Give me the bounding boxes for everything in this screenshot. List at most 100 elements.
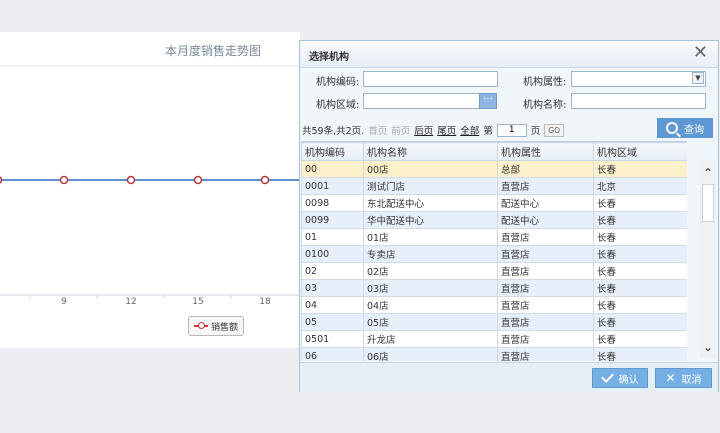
cell-code: 0001 [301,177,364,195]
table-row[interactable]: 02 02店 直营店 长春 [301,262,687,280]
cell-attr: 直营店 [497,177,594,195]
legend-label: 销售额 [210,322,238,333]
cell-area: 长春 [593,330,687,348]
cell-attr: 直营店 [497,330,594,348]
org-name-input[interactable] [571,93,706,109]
close-icon: ✕ [665,371,676,385]
org-code-input[interactable] [363,71,498,87]
sales-point-marker [0,176,3,184]
cell-area: 长春 [593,160,687,178]
org-table-container: 机构编码 机构名称 机构属性 机构区域 00 00店 总部 长春 0001 测试门店 直营店… [301,141,687,361]
pager-page-input[interactable] [496,123,527,137]
cell-name: 00店 [363,160,498,178]
search-icon [666,122,678,134]
cell-attr: 直营店 [497,245,594,263]
sales-point-marker [260,175,270,185]
table-header-row: 机构编码 机构名称 机构属性 机构区域 [301,142,687,161]
chevron-down-icon[interactable]: ⌄ [700,340,716,354]
table-row[interactable]: 0098 东北配送中心 配送中心 长春 [301,194,687,212]
pager-summary: 共59条,共2页. [302,126,365,137]
pager-page-suffix: 页 [530,126,541,137]
cancel-button[interactable]: ✕ 取消 [655,368,712,388]
org-area-picker-button[interactable]: ··· [479,93,497,109]
pager-next-link[interactable]: 后页 [414,123,433,137]
cell-attr: 直营店 [497,228,594,246]
scrollbar-thumb[interactable] [702,184,714,222]
confirm-button-label: 确认 [618,374,639,386]
cell-area: 长春 [593,262,687,280]
pager-last-link[interactable]: 尾页 [437,123,456,137]
x-tick-label: 15 [192,297,203,307]
org-attr-label: 机构属性: [523,77,567,88]
cell-area: 长春 [593,296,687,314]
pager-all-link[interactable]: 全部 [460,123,479,137]
cell-code: 0098 [301,194,364,212]
table-row[interactable]: 0001 测试门店 直营店 北京 [301,177,687,195]
sales-point-marker [59,175,69,185]
close-icon[interactable]: ✕ [693,44,708,62]
cell-name: 01店 [363,228,498,246]
cell-area: 长春 [593,245,687,263]
cell-name: 02店 [363,262,498,280]
table-body: 00 00店 总部 长春 0001 测试门店 直营店 北京 0098 东北配送中心 配送中心 长春 00… [301,160,687,361]
cell-area: 长春 [593,279,687,297]
table-scrollbar[interactable]: ⌃ ⌄ [700,160,716,358]
dialog-footer: 确认 ✕ 取消 [300,362,718,392]
table-row[interactable]: 06 06店 直营店 长春 [301,347,687,361]
sales-point-marker [193,175,203,185]
x-tick-label: 12 [125,297,136,307]
query-button-label: 查询 [684,124,704,136]
column-header-name[interactable]: 机构名称 [363,142,498,161]
cell-name: 升龙店 [363,330,498,348]
org-area-input[interactable] [363,93,480,109]
sales-trend-chart: 9 12 15 18 [0,65,300,307]
cell-code: 0100 [301,245,364,263]
column-header-code[interactable]: 机构编码 [301,142,364,161]
legend-sales-button[interactable]: 销售额 [188,316,244,336]
x-tick-label: 18 [259,297,271,307]
cell-area: 长春 [593,211,687,229]
pager-go-button[interactable]: GO [544,123,565,137]
column-header-area[interactable]: 机构区域 [593,142,687,161]
cell-area: 长春 [593,313,687,331]
table-row[interactable]: 0100 专卖店 直营店 长春 [301,245,687,263]
chevron-up-icon[interactable]: ⌃ [700,166,716,180]
table-row[interactable]: 01 01店 直营店 长春 [301,228,687,246]
column-header-attr[interactable]: 机构属性 [497,142,594,161]
cell-name: 华中配送中心 [363,211,498,229]
table-row[interactable]: 05 05店 直营店 长春 [301,313,687,331]
table-row[interactable]: 0501 升龙店 直营店 长春 [301,330,687,348]
org-code-label: 机构编码: [316,77,360,88]
cell-attr: 直营店 [497,296,594,314]
cell-code: 00 [301,160,364,178]
check-icon [600,370,614,383]
cell-name: 东北配送中心 [363,194,498,212]
cell-area: 长春 [593,194,687,212]
cell-code: 05 [301,313,364,331]
pager-first-link[interactable]: 首页 [368,123,387,137]
legend-line-marker-icon [193,322,208,329]
org-name-label: 机构名称: [523,100,567,111]
cell-attr: 总部 [497,160,594,178]
cell-name: 06店 [363,347,498,361]
dialog-title: 选择机构 [309,52,349,63]
cell-attr: 配送中心 [497,194,594,212]
x-tick-label: 9 [61,297,67,307]
pager-prev-link[interactable]: 前页 [391,123,410,137]
cell-name: 测试门店 [363,177,498,195]
cell-code: 01 [301,228,364,246]
cell-area: 长春 [593,347,687,361]
query-button[interactable]: 查询 [657,118,713,138]
org-attr-select[interactable] [571,71,706,87]
cell-name: 专卖店 [363,245,498,263]
table-row[interactable]: 04 04店 直营店 长春 [301,296,687,314]
chevron-down-icon[interactable]: ▼ [692,72,704,84]
cell-attr: 直营店 [497,313,594,331]
cell-attr: 直营店 [497,262,594,280]
confirm-button[interactable]: 确认 [592,368,648,388]
table-row[interactable]: 03 03店 直营店 长春 [301,279,687,297]
cell-code: 0501 [301,330,364,348]
table-row[interactable]: 0099 华中配送中心 配送中心 长春 [301,211,687,229]
table-row[interactable]: 00 00店 总部 长春 [301,160,687,178]
cell-area: 北京 [593,177,687,195]
